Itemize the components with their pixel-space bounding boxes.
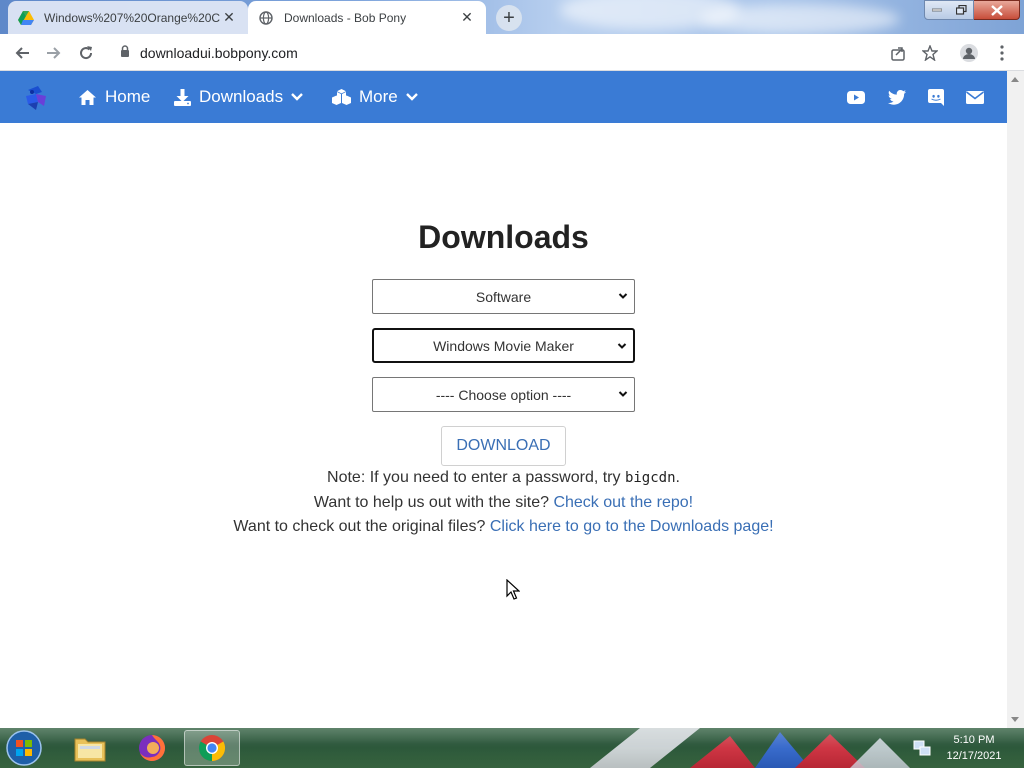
tab-downloads-bob-pony[interactable]: Downloads - Bob Pony ✕ (248, 1, 486, 34)
password-note: Note: If you need to enter a password, t… (0, 469, 1007, 487)
restore-button[interactable] (949, 0, 974, 20)
clock-time: 5:10 PM (953, 734, 995, 746)
category-select[interactable]: Software (372, 279, 635, 314)
lock-icon[interactable] (120, 44, 130, 62)
mail-icon[interactable] (965, 87, 985, 107)
files-text: Want to check out the original files? (233, 518, 490, 535)
chevron-down-icon (405, 93, 418, 101)
tab-label: Downloads - Bob Pony (284, 10, 407, 25)
nav-more[interactable]: More (332, 71, 418, 123)
system-clock[interactable]: 5:10 PM 12/17/2021 (936, 732, 1012, 764)
google-drive-icon (18, 10, 34, 26)
globe-icon (258, 10, 274, 26)
sky-cloud-decoration (700, 4, 900, 34)
close-window-button[interactable] (974, 0, 1020, 20)
address-bar[interactable]: downloadui.bobpony.com (110, 38, 1020, 67)
nav-more-label: More (359, 87, 398, 106)
category-select-value: Software (475, 288, 532, 305)
download-icon (174, 88, 191, 106)
file-explorer-icon[interactable] (62, 730, 118, 766)
tab-label: Windows%207%20Orange%20C (44, 10, 220, 25)
browser-titlebar: Windows%207%20Orange%20C ✕ Downloads - B… (0, 0, 1024, 34)
url-text[interactable]: downloadui.bobpony.com (140, 45, 298, 61)
chevron-down-icon (618, 289, 628, 306)
site-navbar: Home Downloads More (0, 71, 1007, 123)
chevron-down-icon (617, 339, 627, 356)
close-tab-icon[interactable]: ✕ (458, 9, 476, 27)
download-button[interactable]: DOWNLOAD (441, 426, 566, 466)
downloads-page-link[interactable]: Click here to go to the Downloads page! (490, 518, 774, 535)
page-scrollbar[interactable] (1007, 71, 1024, 728)
nav-home-label: Home (105, 87, 151, 106)
home-icon (78, 89, 97, 106)
repo-line: Want to help us out with the site? Check… (0, 494, 1007, 512)
nav-home[interactable]: Home (78, 71, 150, 123)
twitter-icon[interactable] (887, 87, 907, 107)
repo-text: Want to help us out with the site? (313, 494, 554, 511)
firefox-icon[interactable] (124, 730, 180, 766)
close-tab-icon[interactable]: ✕ (220, 9, 238, 27)
windows-start-icon[interactable] (4, 729, 44, 767)
profile-icon[interactable] (957, 41, 981, 65)
scroll-up-icon[interactable] (1011, 77, 1019, 82)
password-note-suffix: . (675, 469, 680, 486)
mouse-cursor-icon (506, 578, 521, 606)
discord-icon[interactable] (926, 87, 946, 107)
menu-kebab-icon[interactable] (990, 41, 1014, 65)
page-title: Downloads (418, 219, 589, 255)
chrome-icon[interactable] (184, 730, 240, 766)
back-icon[interactable] (10, 41, 34, 65)
new-tab-button[interactable]: + (496, 5, 522, 31)
password-note-text: Note: If you need to enter a password, t… (327, 469, 625, 486)
windows-taskbar: 5:10 PM 12/17/2021 (0, 728, 1024, 768)
product-select[interactable]: Windows Movie Maker (372, 328, 635, 363)
option-select-value: ---- Choose option ---- (435, 386, 572, 403)
chevron-down-icon (291, 93, 303, 101)
bob-pony-logo[interactable] (22, 84, 50, 117)
clock-date: 12/17/2021 (946, 750, 1002, 762)
cubes-icon (332, 89, 351, 105)
youtube-icon[interactable] (846, 87, 866, 107)
nav-downloads[interactable]: Downloads (174, 71, 303, 123)
repo-link[interactable]: Check out the repo! (553, 494, 693, 511)
network-icon[interactable] (913, 740, 931, 761)
share-icon[interactable] (886, 41, 910, 65)
files-line: Want to check out the original files? Cl… (0, 518, 1007, 536)
browser-toolbar: downloadui.bobpony.com (0, 34, 1024, 71)
forward-icon[interactable] (42, 41, 66, 65)
page-content: Downloads Software Windows Movie Maker -… (0, 123, 1007, 728)
scroll-down-icon[interactable] (1011, 717, 1019, 722)
nav-downloads-label: Downloads (199, 87, 284, 106)
bookmark-star-icon[interactable] (918, 41, 942, 65)
reload-icon[interactable] (74, 41, 98, 65)
minimize-button[interactable] (924, 0, 950, 20)
password-code: bigcdn (624, 470, 676, 486)
option-select[interactable]: ---- Choose option ---- (372, 377, 635, 412)
product-select-value: Windows Movie Maker (433, 337, 574, 354)
tab-google-drive[interactable]: Windows%207%20Orange%20C ✕ (8, 1, 248, 34)
chevron-down-icon (618, 387, 628, 404)
